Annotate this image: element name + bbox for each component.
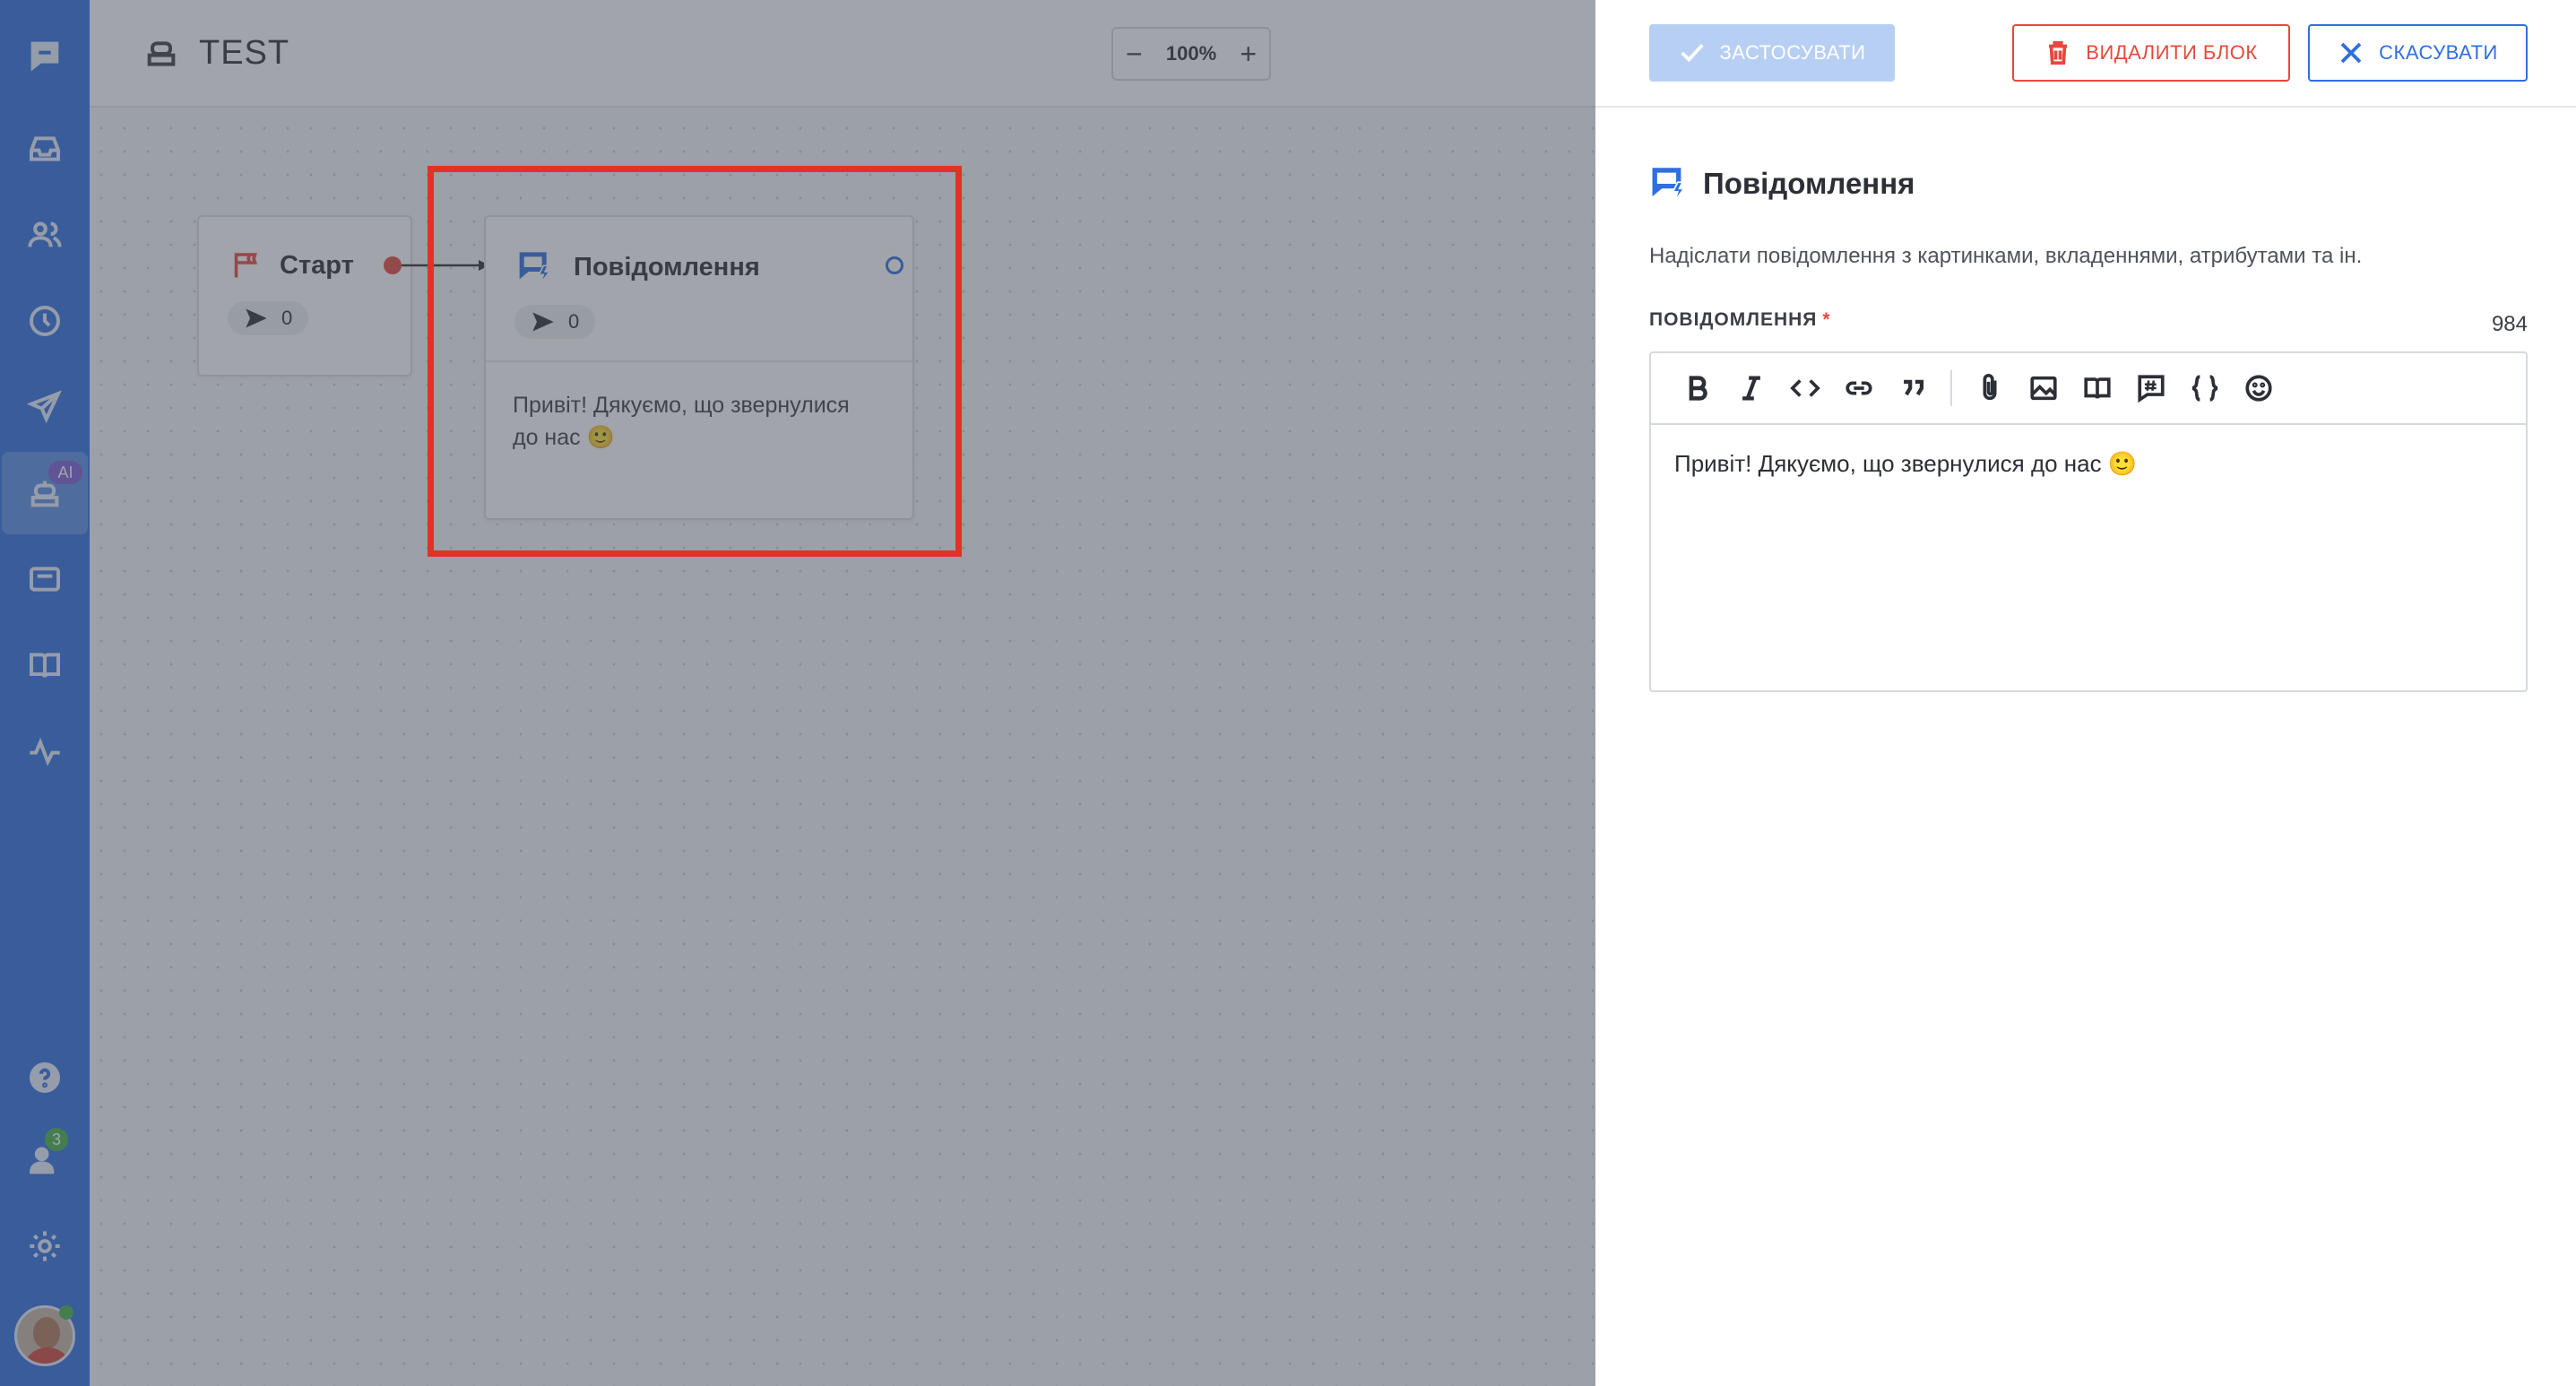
panel-title: Повідомлення — [1649, 163, 1915, 204]
apply-label: ЗАСТОСУВАТИ — [1719, 41, 1866, 64]
code-icon[interactable] — [1778, 361, 1832, 415]
quote-icon[interactable] — [1886, 361, 1940, 415]
delete-block-button[interactable]: ВИДАЛИТИ БЛОК — [2012, 24, 2290, 82]
image-icon[interactable] — [2017, 361, 2070, 415]
close-icon — [2340, 42, 2362, 64]
panel-description: Надіслати повідомлення з картинками, вкл… — [1649, 244, 2363, 268]
link-icon[interactable] — [1832, 361, 1886, 415]
bold-icon[interactable] — [1671, 361, 1725, 415]
variable-icon[interactable] — [2178, 361, 2232, 415]
panel-actions: ЗАСТОСУВАТИ ВИДАЛИТИ БЛОК СКАСУВАТИ — [1595, 0, 2576, 108]
delete-label: ВИДАЛИТИ БЛОК — [2086, 41, 2258, 64]
editor-toolbar — [1651, 353, 2526, 425]
message-editor[interactable]: Привіт! Дякуємо, що звернулися до нас 🙂 — [1649, 351, 2528, 692]
message-editor-text[interactable]: Привіт! Дякуємо, що звернулися до нас 🙂 — [1651, 425, 2526, 503]
app: AI 3 TEST — [0, 0, 2576, 1386]
selected-node-highlight — [428, 166, 962, 557]
apply-button[interactable]: ЗАСТОСУВАТИ — [1649, 24, 1895, 82]
message-bolt-icon — [1652, 168, 1686, 202]
panel-title-text: Повідомлення — [1703, 167, 1915, 200]
trash-icon — [2049, 40, 2068, 65]
cancel-button[interactable]: СКАСУВАТИ — [2308, 24, 2528, 82]
italic-icon[interactable] — [1725, 361, 1778, 415]
hashtag-icon[interactable] — [2124, 361, 2178, 415]
attachment-icon[interactable] — [1963, 361, 2017, 415]
article-icon[interactable] — [2070, 361, 2124, 415]
block-settings-panel: ЗАСТОСУВАТИ ВИДАЛИТИ БЛОК СКАСУВАТИ Пові… — [1595, 0, 2576, 1386]
check-icon — [1680, 43, 1704, 63]
cancel-label: СКАСУВАТИ — [2379, 41, 2498, 64]
emoji-icon[interactable] — [2232, 361, 2286, 415]
toolbar-divider — [1950, 370, 1952, 406]
char-counter: 984 — [2491, 312, 2528, 336]
